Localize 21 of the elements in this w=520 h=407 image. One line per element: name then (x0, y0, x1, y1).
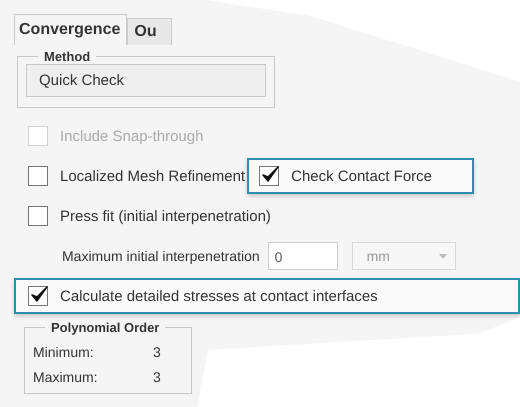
order-value: 3 (153, 344, 161, 360)
checkbox[interactable] (259, 166, 280, 186)
checkbox-label: Localized Mesh Refinement (60, 168, 246, 184)
order-label: Maximum: (33, 369, 99, 385)
group-title: Method (43, 49, 92, 64)
method-dropdown[interactable]: Quick Check (26, 64, 266, 97)
checkbox-label: Include Snap-through (60, 128, 204, 144)
field-label: Maximum initial interpenetration (62, 248, 260, 264)
caret-icon (438, 254, 447, 258)
checkbox-label: Check Contact Force (291, 168, 432, 184)
order-label: Minimum: (33, 344, 95, 360)
checkbox[interactable] (28, 286, 48, 306)
order-value: 3 (153, 369, 161, 385)
checkbox-label: Calculate detailed stresses at contact interfaces (60, 288, 378, 304)
input-field[interactable]: 0 (268, 242, 338, 270)
tab[interactable]: Ou (127, 18, 172, 45)
group-title: Polynomial Order (50, 320, 160, 335)
checkbox-label: Press fit (initial interpenetration) (60, 208, 271, 224)
checkbox[interactable] (28, 206, 48, 226)
checkbox[interactable] (28, 166, 48, 186)
tab[interactable]: Convergence (14, 14, 128, 45)
